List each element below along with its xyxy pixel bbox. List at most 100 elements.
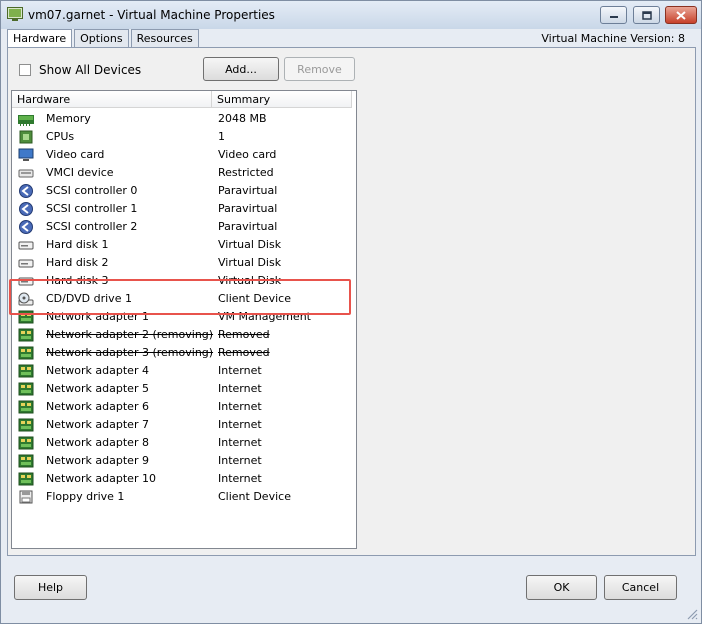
device-summary: Internet: [218, 400, 262, 413]
device-name: SCSI controller 2: [46, 220, 138, 233]
help-button[interactable]: Help: [14, 575, 87, 600]
hardware-rows: Memory 2048 MB CPUs 1 Video card Video card VM…: [12, 110, 356, 506]
table-row[interactable]: Network adapter 8 Internet: [12, 434, 356, 452]
vm-properties-window: vm07.garnet - Virtual Machine Properties…: [0, 0, 702, 624]
device-summary: Virtual Disk: [218, 256, 282, 269]
device-summary: 2048 MB: [218, 112, 267, 125]
device-name: Network adapter 10: [46, 472, 156, 485]
table-row[interactable]: Network adapter 9 Internet: [12, 452, 356, 470]
scsi-controller-icon: [19, 202, 33, 216]
memory-icon: [18, 115, 34, 126]
cancel-button[interactable]: Cancel: [604, 575, 677, 600]
device-summary: Restricted: [218, 166, 274, 179]
device-summary: Internet: [218, 364, 262, 377]
network-adapter-icon: [18, 436, 34, 450]
video-card-icon: [18, 148, 34, 161]
device-name: CD/DVD drive 1: [46, 292, 132, 305]
table-row[interactable]: Network adapter 10 Internet: [12, 470, 356, 488]
show-all-devices-label[interactable]: Show All Devices: [39, 63, 141, 77]
vmci-device-icon: [18, 169, 34, 178]
network-adapter-icon: [18, 364, 34, 378]
table-row[interactable]: Network adapter 5 Internet: [12, 380, 356, 398]
device-summary: VM Management: [218, 310, 311, 323]
virtual-machine-icon: [7, 7, 23, 21]
network-adapter-icon: [18, 346, 34, 360]
minimize-button[interactable]: [600, 6, 627, 24]
tab-options[interactable]: Options: [74, 29, 129, 48]
tab-resources[interactable]: Resources: [130, 29, 199, 48]
table-row[interactable]: Hard disk 1 Virtual Disk: [12, 236, 356, 254]
close-icon: [676, 10, 686, 20]
table-row[interactable]: Network adapter 1 VM Management: [12, 308, 356, 326]
hardware-panel: Show All Devices Add... Remove Hardware …: [7, 47, 696, 556]
close-button[interactable]: [665, 6, 697, 24]
cd-dvd-drive-icon: [18, 292, 34, 306]
remove-button[interactable]: Remove: [284, 57, 355, 81]
ok-button[interactable]: OK: [526, 575, 597, 600]
show-all-devices-checkbox[interactable]: [19, 64, 31, 76]
table-row[interactable]: Video card Video card: [12, 146, 356, 164]
device-name: Video card: [46, 148, 105, 161]
device-name: Network adapter 9: [46, 454, 149, 467]
device-name: Network adapter 6: [46, 400, 149, 413]
device-summary: 1: [218, 130, 225, 143]
device-summary: Removed: [218, 328, 270, 341]
table-row[interactable]: SCSI controller 1 Paravirtual: [12, 200, 356, 218]
maximize-button[interactable]: [633, 6, 660, 24]
device-summary: Internet: [218, 454, 262, 467]
device-name: Network adapter 4: [46, 364, 149, 377]
hardware-list[interactable]: Hardware Summary Memory 2048 MB CPUs 1 Video…: [11, 90, 357, 549]
window-title: vm07.garnet - Virtual Machine Properties: [28, 8, 275, 22]
resize-grip-icon[interactable]: [686, 608, 698, 620]
device-name: Network adapter 8: [46, 436, 149, 449]
table-row[interactable]: Network adapter 6 Internet: [12, 398, 356, 416]
table-row[interactable]: Hard disk 3 Virtual Disk: [12, 272, 356, 290]
network-adapter-icon: [18, 472, 34, 486]
table-row[interactable]: Network adapter 4 Internet: [12, 362, 356, 380]
network-adapter-icon: [18, 418, 34, 432]
table-row[interactable]: Memory 2048 MB: [12, 110, 356, 128]
table-row[interactable]: Hard disk 2 Virtual Disk: [12, 254, 356, 272]
cpu-icon: [19, 130, 33, 144]
device-summary: Virtual Disk: [218, 238, 282, 251]
device-summary: Client Device: [218, 490, 291, 503]
device-summary: Video card: [218, 148, 277, 161]
column-header-hardware[interactable]: Hardware: [12, 91, 212, 108]
table-row[interactable]: VMCI device Restricted: [12, 164, 356, 182]
scsi-controller-icon: [19, 184, 33, 198]
device-summary: Virtual Disk: [218, 274, 282, 287]
vm-version-label: Virtual Machine Version: 8: [541, 32, 685, 45]
table-row[interactable]: CD/DVD drive 1 Client Device: [12, 290, 356, 308]
hard-disk-icon: [18, 259, 34, 268]
device-summary: Paravirtual: [218, 220, 278, 233]
table-row[interactable]: SCSI controller 2 Paravirtual: [12, 218, 356, 236]
tab-hardware[interactable]: Hardware: [7, 29, 73, 49]
device-name: Hard disk 1: [46, 238, 109, 251]
maximize-icon: [641, 10, 652, 20]
device-summary: Paravirtual: [218, 202, 278, 215]
device-summary: Internet: [218, 472, 262, 485]
title-bar[interactable]: vm07.garnet - Virtual Machine Properties: [1, 1, 701, 29]
device-summary: Internet: [218, 382, 262, 395]
device-name: Floppy drive 1: [46, 490, 125, 503]
add-button[interactable]: Add...: [203, 57, 279, 81]
table-row[interactable]: CPUs 1: [12, 128, 356, 146]
device-summary: Paravirtual: [218, 184, 278, 197]
device-name: SCSI controller 1: [46, 202, 138, 215]
table-row[interactable]: SCSI controller 0 Paravirtual: [12, 182, 356, 200]
device-name: Network adapter 2 (removing): [46, 328, 214, 341]
table-row[interactable]: Network adapter 7 Internet: [12, 416, 356, 434]
hard-disk-icon: [18, 241, 34, 250]
hard-disk-icon: [18, 277, 34, 286]
table-row[interactable]: Floppy drive 1 Client Device: [12, 488, 356, 506]
device-name: Network adapter 7: [46, 418, 149, 431]
column-header-summary[interactable]: Summary: [212, 91, 352, 108]
table-row[interactable]: Network adapter 2 (removing) Removed: [12, 326, 356, 344]
device-name: CPUs: [46, 130, 75, 143]
scsi-controller-icon: [19, 220, 33, 234]
network-adapter-icon: [18, 310, 34, 324]
table-row[interactable]: Network adapter 3 (removing) Removed: [12, 344, 356, 362]
list-header: Hardware Summary: [12, 91, 356, 109]
network-adapter-icon: [18, 454, 34, 468]
network-adapter-icon: [18, 382, 34, 396]
